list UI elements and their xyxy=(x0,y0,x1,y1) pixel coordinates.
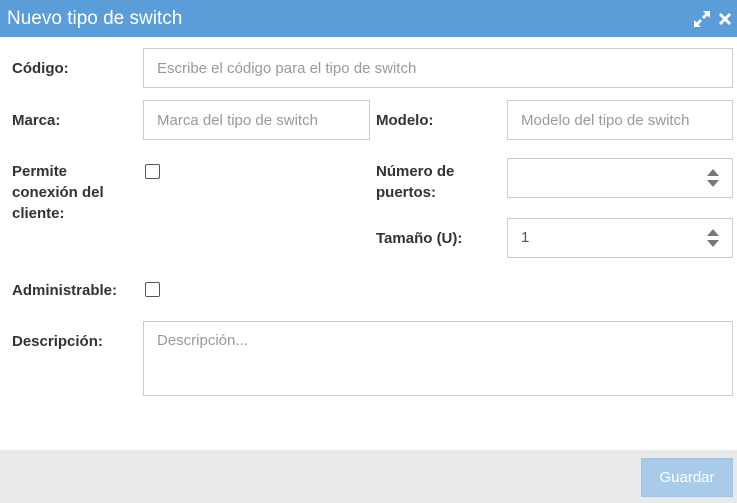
dialog-title: Nuevo tipo de switch xyxy=(7,8,183,29)
permite-conexion-label-line3: cliente: xyxy=(12,205,65,222)
tamano-label: Tamaño (U): xyxy=(376,230,463,247)
tamano-input[interactable]: 1 xyxy=(507,218,733,258)
permite-conexion-label-line2: conexión del xyxy=(12,184,104,201)
permite-conexion-checkbox[interactable] xyxy=(145,164,160,179)
modelo-label: Modelo: xyxy=(376,112,434,129)
numero-puertos-label-line1: Número de xyxy=(376,163,455,180)
dialog-titlebar: Nuevo tipo de switch xyxy=(0,0,737,37)
close-x-icon[interactable] xyxy=(717,11,733,27)
administrable-label: Administrable: xyxy=(12,282,118,299)
descripcion-textarea[interactable] xyxy=(143,321,733,396)
marca-input[interactable] xyxy=(143,100,370,140)
numero-puertos-label-line2: puertos: xyxy=(376,184,436,201)
modelo-input[interactable] xyxy=(507,100,733,140)
marca-label: Marca: xyxy=(12,112,61,129)
numero-puertos-label: Número de puertos: xyxy=(376,161,454,203)
dialog-footer: Guardar xyxy=(0,450,737,503)
numero-puertos-input[interactable] xyxy=(507,158,733,198)
permite-conexion-label: Permite conexión del cliente: xyxy=(12,161,104,224)
codigo-input[interactable] xyxy=(143,48,733,88)
expand-arrows-icon[interactable] xyxy=(693,10,711,28)
descripcion-label: Descripción: xyxy=(12,333,103,350)
permite-conexion-label-line1: Permite xyxy=(12,163,68,180)
spinner-arrows-icon[interactable] xyxy=(707,227,719,249)
administrable-checkbox[interactable] xyxy=(145,282,160,297)
spinner-arrows-icon[interactable] xyxy=(707,167,719,189)
tamano-value: 1 xyxy=(521,229,530,246)
codigo-label: Código: xyxy=(12,60,69,77)
save-button[interactable]: Guardar xyxy=(641,458,733,497)
titlebar-icons xyxy=(693,9,733,29)
